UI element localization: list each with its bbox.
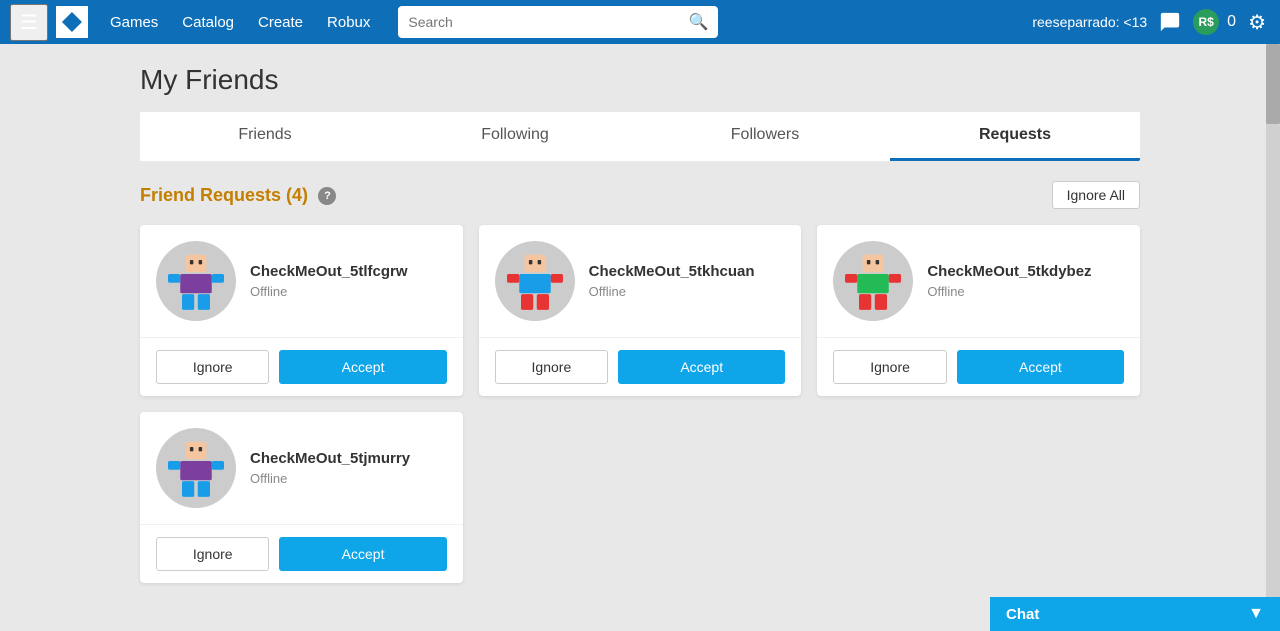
roblox-logo-diamond	[62, 12, 82, 32]
section-title-area: Friend Requests (4) ?	[140, 185, 336, 206]
robux-icon: R$	[1193, 9, 1219, 35]
card-status-1: Offline	[589, 284, 755, 299]
avatar-svg-3	[161, 433, 231, 503]
navbar: ☰ Games Catalog Create Robux 🔍 reeseparr…	[0, 0, 1280, 44]
tabs-container: Friends Following Followers Requests	[140, 112, 1140, 161]
tab-following[interactable]: Following	[390, 112, 640, 161]
nav-right-section: reeseparrado: <13 R$ 0 ⚙	[1032, 6, 1270, 39]
card-status-2: Offline	[927, 284, 1091, 299]
search-button[interactable]: 🔍	[678, 6, 718, 38]
card-user-info-0: CheckMeOut_5tlfcgrw Offline	[250, 263, 408, 299]
accept-button-3[interactable]: Accept	[279, 537, 446, 571]
accept-button-2[interactable]: Accept	[957, 350, 1124, 384]
card-user-info-1: CheckMeOut_5tkhcuan Offline	[589, 263, 755, 299]
ignore-all-button[interactable]: Ignore All	[1052, 181, 1140, 209]
section-header: Friend Requests (4) ? Ignore All	[140, 181, 1140, 209]
card-username-0: CheckMeOut_5tlfcgrw	[250, 263, 408, 280]
roblox-logo[interactable]	[56, 6, 88, 38]
card-info-1: CheckMeOut_5tkhcuan Offline	[479, 225, 802, 337]
chat-icon	[1159, 11, 1181, 33]
card-info-0: CheckMeOut_5tlfcgrw Offline	[140, 225, 463, 337]
tab-requests[interactable]: Requests	[890, 112, 1140, 161]
chat-bar-arrow-icon: ▼	[1248, 605, 1264, 623]
avatar-svg-0	[161, 246, 231, 316]
friend-card-1: CheckMeOut_5tkhcuan Offline Ignore Accep…	[479, 225, 802, 396]
ignore-button-2[interactable]: Ignore	[833, 350, 946, 384]
avatar-0	[156, 241, 236, 321]
accept-button-1[interactable]: Accept	[618, 350, 785, 384]
card-status-0: Offline	[250, 284, 408, 299]
info-icon[interactable]: ?	[318, 187, 336, 205]
username-display: reeseparrado: <13	[1032, 14, 1147, 30]
scrollbar[interactable]	[1266, 44, 1280, 631]
accept-button-0[interactable]: Accept	[279, 350, 446, 384]
ignore-button-0[interactable]: Ignore	[156, 350, 269, 384]
avatar-svg-2	[838, 246, 908, 316]
card-username-2: CheckMeOut_5tkdybez	[927, 263, 1091, 280]
card-info-3: CheckMeOut_5tjmurry Offline	[140, 412, 463, 524]
friend-card-0: CheckMeOut_5tlfcgrw Offline Ignore Accep…	[140, 225, 463, 396]
scrollbar-thumb[interactable]	[1266, 44, 1280, 124]
card-username-3: CheckMeOut_5tjmurry	[250, 450, 410, 467]
card-status-3: Offline	[250, 471, 410, 486]
page-title: My Friends	[140, 64, 1140, 96]
card-actions-3: Ignore Accept	[140, 524, 463, 583]
tab-friends[interactable]: Friends	[140, 112, 390, 161]
section-title: Friend Requests (4)	[140, 185, 308, 205]
search-input[interactable]	[398, 8, 678, 36]
card-actions-0: Ignore Accept	[140, 337, 463, 396]
card-actions-2: Ignore Accept	[817, 337, 1140, 396]
nav-link-games[interactable]: Games	[100, 10, 168, 35]
hamburger-menu-button[interactable]: ☰	[10, 4, 48, 41]
card-actions-1: Ignore Accept	[479, 337, 802, 396]
robux-count: 0	[1227, 13, 1236, 31]
avatar-1	[495, 241, 575, 321]
avatar-2	[833, 241, 913, 321]
nav-link-create[interactable]: Create	[248, 10, 313, 35]
nav-links: Games Catalog Create Robux	[100, 10, 380, 35]
friend-requests-grid: CheckMeOut_5tlfcgrw Offline Ignore Accep…	[140, 225, 1140, 583]
avatar-3	[156, 428, 236, 508]
chat-bar[interactable]: Chat ▼	[990, 597, 1280, 631]
card-info-2: CheckMeOut_5tkdybez Offline	[817, 225, 1140, 337]
tab-followers[interactable]: Followers	[640, 112, 890, 161]
ignore-button-3[interactable]: Ignore	[156, 537, 269, 571]
chat-bar-label: Chat	[1006, 606, 1039, 623]
main-content: My Friends Friends Following Followers R…	[0, 44, 1280, 631]
nav-link-catalog[interactable]: Catalog	[172, 10, 244, 35]
nav-link-robux[interactable]: Robux	[317, 10, 380, 35]
settings-button[interactable]: ⚙	[1244, 6, 1270, 39]
card-username-1: CheckMeOut_5tkhcuan	[589, 263, 755, 280]
search-bar: 🔍	[398, 6, 718, 38]
ignore-button-1[interactable]: Ignore	[495, 350, 608, 384]
avatar-svg-1	[500, 246, 570, 316]
friend-card-3: CheckMeOut_5tjmurry Offline Ignore Accep…	[140, 412, 463, 583]
friend-card-2: CheckMeOut_5tkdybez Offline Ignore Accep…	[817, 225, 1140, 396]
card-user-info-2: CheckMeOut_5tkdybez Offline	[927, 263, 1091, 299]
card-user-info-3: CheckMeOut_5tjmurry Offline	[250, 450, 410, 486]
notifications-button[interactable]	[1155, 7, 1185, 37]
